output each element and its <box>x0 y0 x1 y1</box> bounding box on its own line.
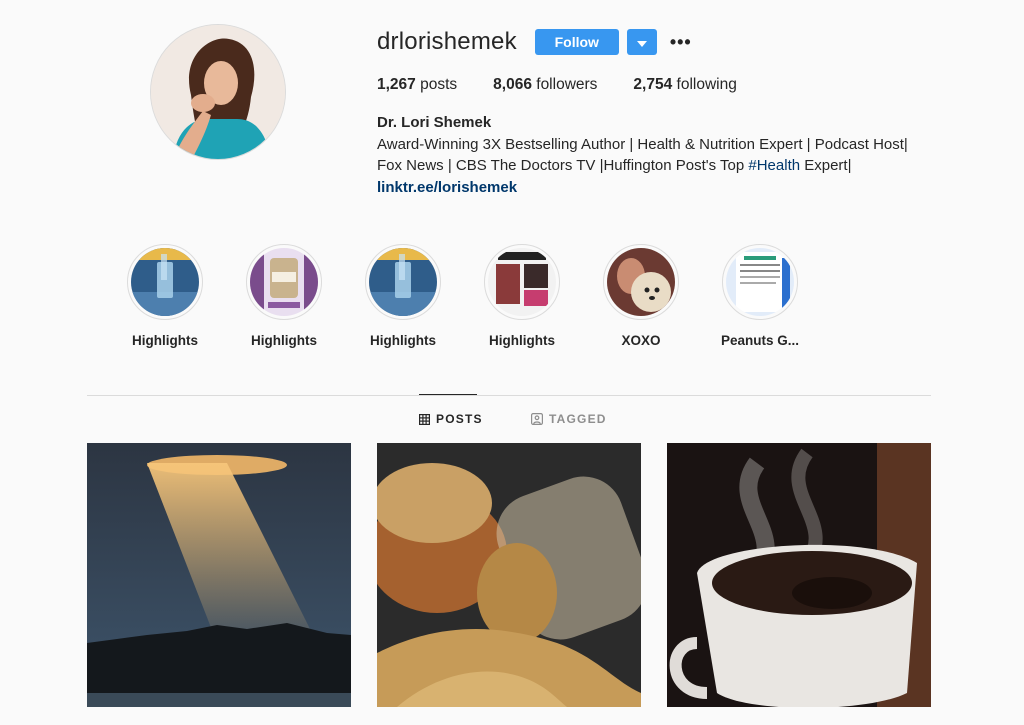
highlight-cover <box>365 244 441 320</box>
caret-down-icon <box>636 35 647 50</box>
followers-label: followers <box>531 76 598 93</box>
following-count: 2,754 <box>633 76 673 93</box>
highlight-cover <box>246 244 322 320</box>
document-image <box>726 248 794 316</box>
highlight-item[interactable]: XOXO <box>591 244 691 348</box>
tabs-divider <box>87 395 931 396</box>
username: drlorishemek <box>377 28 517 55</box>
post-thumbnail[interactable] <box>377 443 641 707</box>
following-stat[interactable]: 2,754 following <box>633 76 736 94</box>
water-glass-image <box>131 248 199 316</box>
active-tab-indicator <box>419 394 477 395</box>
highlight-label: Highlights <box>370 333 436 348</box>
highlight-item[interactable]: Highlights <box>115 244 215 348</box>
tab-posts[interactable]: POSTS <box>419 412 483 426</box>
bio-line-2: Fox News | CBS The Doctors TV |Huffingto… <box>377 155 977 177</box>
profile-bio: Dr. Lori Shemek Award-Winning 3X Bestsel… <box>377 112 977 198</box>
water-glass-image <box>369 248 437 316</box>
profile-info: drlorishemek Follow ••• 1,267 posts 8,06… <box>377 26 977 198</box>
posts-stat: 1,267 posts <box>377 76 457 94</box>
suggested-dropdown-button[interactable] <box>626 29 657 55</box>
highlight-item[interactable]: Highlights <box>472 244 572 348</box>
more-icon: ••• <box>669 31 692 52</box>
full-name: Dr. Lori Shemek <box>377 114 492 131</box>
follow-button[interactable]: Follow <box>534 29 619 55</box>
collage-image <box>488 248 556 316</box>
highlight-cover <box>127 244 203 320</box>
highlight-label: Highlights <box>489 333 555 348</box>
highlight-cover <box>722 244 798 320</box>
profile-stats: 1,267 posts 8,066 followers 2,754 follow… <box>377 76 977 94</box>
sun-rays-image <box>87 443 351 707</box>
hashtag-link[interactable]: #Health <box>748 157 800 174</box>
highlight-cover <box>603 244 679 320</box>
following-label: following <box>672 76 737 93</box>
tab-tagged-label: TAGGED <box>549 412 607 426</box>
highlight-item[interactable]: Highlights <box>353 244 453 348</box>
website-link[interactable]: linktr.ee/lorishemek <box>377 177 977 199</box>
tagged-icon <box>531 413 543 425</box>
grid-icon <box>419 413 430 425</box>
powder-jar-image <box>377 443 641 707</box>
post-thumbnail[interactable] <box>87 443 351 707</box>
supplement-image <box>250 248 318 316</box>
profile-header-row: drlorishemek Follow ••• <box>377 26 977 58</box>
tab-posts-label: POSTS <box>436 412 483 426</box>
posts-count: 1,267 <box>377 76 416 93</box>
posts-label: posts <box>415 76 458 93</box>
bio-line-2-text: Fox News | CBS The Doctors TV |Huffingto… <box>377 157 749 174</box>
bio-line-1: Award-Winning 3X Bestselling Author | He… <box>377 135 908 153</box>
highlight-item[interactable]: Peanuts G... <box>710 244 810 348</box>
tab-tagged[interactable]: TAGGED <box>531 412 607 426</box>
highlight-item[interactable]: Highlights <box>234 244 334 348</box>
followers-count: 8,066 <box>493 76 532 93</box>
dog-photo <box>607 248 675 316</box>
post-thumbnail[interactable] <box>667 443 931 707</box>
profile-avatar[interactable] <box>150 24 286 160</box>
bio-line-2-end: Expert| <box>800 157 852 174</box>
highlight-label: Highlights <box>132 333 198 348</box>
highlight-cover <box>484 244 560 320</box>
highlight-label: Highlights <box>251 333 317 348</box>
more-options-button[interactable]: ••• <box>669 30 693 54</box>
coffee-cup-image <box>667 443 931 707</box>
highlight-label: Peanuts G... <box>720 333 800 348</box>
highlight-label: XOXO <box>621 333 661 348</box>
followers-stat[interactable]: 8,066 followers <box>493 76 597 94</box>
